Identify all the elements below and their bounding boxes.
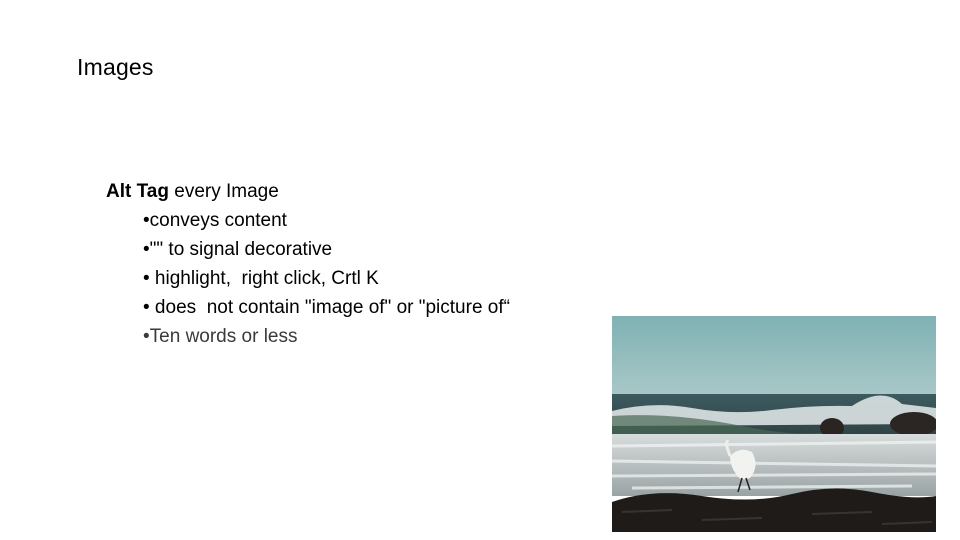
alt-tag-bold: Alt Tag: [106, 181, 169, 202]
alt-tag-heading: Alt Tag every Image: [106, 177, 510, 206]
slide-body: Alt Tag every Image •conveys content •""…: [106, 177, 510, 351]
alt-tag-rest: every Image: [168, 181, 279, 202]
bullet-item: •Ten words or less: [143, 326, 298, 347]
bullet-item: • highlight, right click, Crtl K: [143, 268, 379, 289]
bullet-item: •"" to signal decorative: [143, 239, 333, 260]
sky: [612, 316, 936, 396]
slide-title: Images: [77, 54, 154, 80]
photo-illustration: [612, 316, 936, 532]
bullet-item: • does not contain "image of" or "pictur…: [143, 297, 510, 318]
bullet-item: •conveys content: [143, 210, 287, 231]
beach-egret-photo: [612, 316, 936, 532]
rock: [890, 412, 936, 436]
